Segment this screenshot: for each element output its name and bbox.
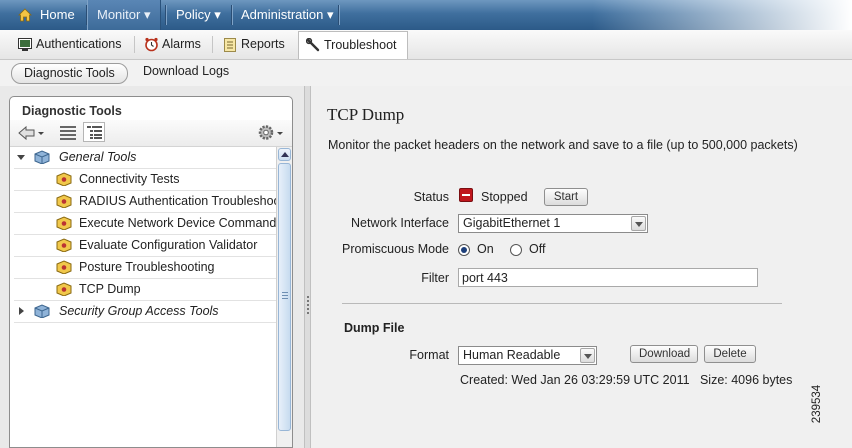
network-interface-label: Network Interface [351, 216, 449, 230]
alarm-clock-icon [145, 37, 158, 52]
figure-id-text: 239534 [811, 384, 824, 424]
filter-input[interactable] [458, 268, 758, 287]
tree-item-connectivity-tests[interactable]: Connectivity Tests [14, 169, 276, 191]
tree-item-evaluate-configuration-validator[interactable]: Evaluate Configuration Validator [14, 235, 276, 257]
section-tabs: Authentications Alarms Reports Troublesh… [0, 30, 852, 60]
nav-divider [165, 5, 166, 25]
figure-id: 239534 [811, 372, 842, 442]
nav-home[interactable]: Home [40, 0, 75, 30]
troubleshoot-subtabs: Diagnostic Tools Download Logs [0, 60, 852, 86]
filter-label: Filter [421, 271, 449, 285]
back-arrow-icon[interactable] [18, 125, 46, 141]
tool-icon [56, 282, 72, 296]
panel-splitter[interactable] [304, 86, 311, 448]
list-view-icon[interactable] [60, 126, 76, 140]
tree-label: Execute Network Device Command [79, 216, 277, 230]
tool-icon [56, 260, 72, 274]
reports-icon [224, 38, 236, 52]
scroll-thumb[interactable] [278, 163, 291, 431]
promiscuous-on-label: On [477, 242, 494, 256]
promiscuous-off-label: Off [529, 242, 546, 256]
status-value: Stopped [481, 190, 528, 204]
troubleshoot-wrench-icon [306, 38, 320, 52]
diagnostic-tools-panel: Diagnostic Tools General Tools Connectiv… [9, 96, 293, 448]
tree-label: RADIUS Authentication Troubleshoot [79, 194, 284, 208]
tools-folder-icon [34, 150, 50, 164]
format-select[interactable]: Human Readable [458, 346, 597, 365]
delete-button[interactable]: Delete [704, 345, 756, 363]
tab-troubleshoot-label: Troubleshoot [324, 38, 397, 52]
subtab-diagnostic-tools[interactable]: Diagnostic Tools [11, 63, 128, 84]
tool-icon [56, 238, 72, 252]
start-button[interactable]: Start [544, 188, 588, 206]
tab-troubleshoot[interactable]: Troubleshoot [298, 31, 408, 59]
nav-divider [231, 5, 232, 25]
tcp-dump-page: TCP Dump Monitor the packet headers on t… [311, 86, 852, 448]
tree-node-general-tools[interactable]: General Tools [14, 147, 276, 169]
tool-icon [56, 216, 72, 230]
tab-reports[interactable]: Reports [241, 31, 285, 57]
tree-view-toggle[interactable] [83, 122, 105, 142]
nav-administration[interactable]: Administration ▾ [241, 0, 334, 30]
tree-label-sga-tools: Security Group Access Tools [59, 304, 219, 318]
authentications-icon [18, 38, 32, 51]
tree-label: Evaluate Configuration Validator [79, 238, 258, 252]
tree-view-icon [87, 126, 102, 139]
promiscuous-on-radio[interactable] [458, 244, 470, 256]
top-navigation-bar: Home Monitor ▾ Policy ▾ Administration ▾ [0, 0, 852, 30]
format-value: Human Readable [463, 348, 561, 362]
page-description: Monitor the packet headers on the networ… [328, 138, 798, 152]
page-title: TCP Dump [327, 105, 405, 124]
tool-icon [56, 194, 72, 208]
tab-divider [212, 36, 213, 53]
network-interface-select[interactable]: GigabitEthernet 1 [458, 214, 648, 233]
status-label: Status [413, 190, 449, 204]
expand-arrow-icon[interactable] [17, 155, 25, 160]
diagnostic-tools-tree: General Tools Connectivity Tests RADIUS … [10, 147, 284, 447]
tools-folder-icon [34, 304, 50, 318]
tree-item-tcp-dump[interactable]: TCP Dump [14, 279, 276, 301]
panel-title: Diagnostic Tools [22, 104, 122, 118]
tab-divider [134, 36, 135, 53]
settings-gear-icon[interactable] [258, 124, 285, 141]
promiscuous-off-radio[interactable] [510, 244, 522, 256]
tab-authentications[interactable]: Authentications [36, 31, 121, 57]
tree-label: Connectivity Tests [79, 172, 180, 186]
tree-node-security-group-access-tools[interactable]: Security Group Access Tools [14, 301, 276, 323]
panel-toolbar [10, 120, 292, 147]
tool-icon [56, 172, 72, 186]
scroll-grip [282, 292, 288, 300]
tree-item-posture-troubleshooting[interactable]: Posture Troubleshooting [14, 257, 276, 279]
section-divider [342, 303, 782, 304]
nav-policy[interactable]: Policy ▾ [176, 0, 221, 30]
dropdown-arrow-icon[interactable] [580, 348, 595, 363]
splitter-grip [307, 296, 309, 314]
tree-item-execute-network-device-command[interactable]: Execute Network Device Command [14, 213, 276, 235]
promiscuous-mode-label: Promiscuous Mode [342, 242, 449, 256]
tree-label: Posture Troubleshooting [79, 260, 215, 274]
dump-file-heading: Dump File [344, 321, 405, 335]
subtab-download-logs[interactable]: Download Logs [143, 64, 229, 78]
collapse-arrow-icon[interactable] [19, 307, 24, 315]
tree-label: TCP Dump [79, 282, 141, 296]
network-interface-value: GigabitEthernet 1 [463, 216, 561, 230]
download-button[interactable]: Download [630, 345, 698, 363]
scroll-up-button[interactable] [278, 148, 291, 161]
dump-file-info: Created: Wed Jan 26 03:29:59 UTC 2011 Si… [460, 373, 793, 387]
tab-alarms[interactable]: Alarms [162, 31, 201, 57]
tree-scrollbar[interactable] [276, 147, 292, 447]
tree-label-general-tools: General Tools [59, 150, 137, 164]
tree-item-radius-authentication-troubleshoot[interactable]: RADIUS Authentication Troubleshoot [14, 191, 284, 213]
dropdown-arrow-icon[interactable] [631, 216, 646, 231]
nav-fade [592, 0, 852, 30]
format-label: Format [409, 348, 449, 362]
chevron-up-icon [281, 152, 289, 157]
nav-monitor[interactable]: Monitor ▾ [87, 0, 161, 30]
nav-divider [338, 5, 339, 25]
stopped-status-icon [459, 188, 473, 202]
home-icon [18, 8, 32, 22]
